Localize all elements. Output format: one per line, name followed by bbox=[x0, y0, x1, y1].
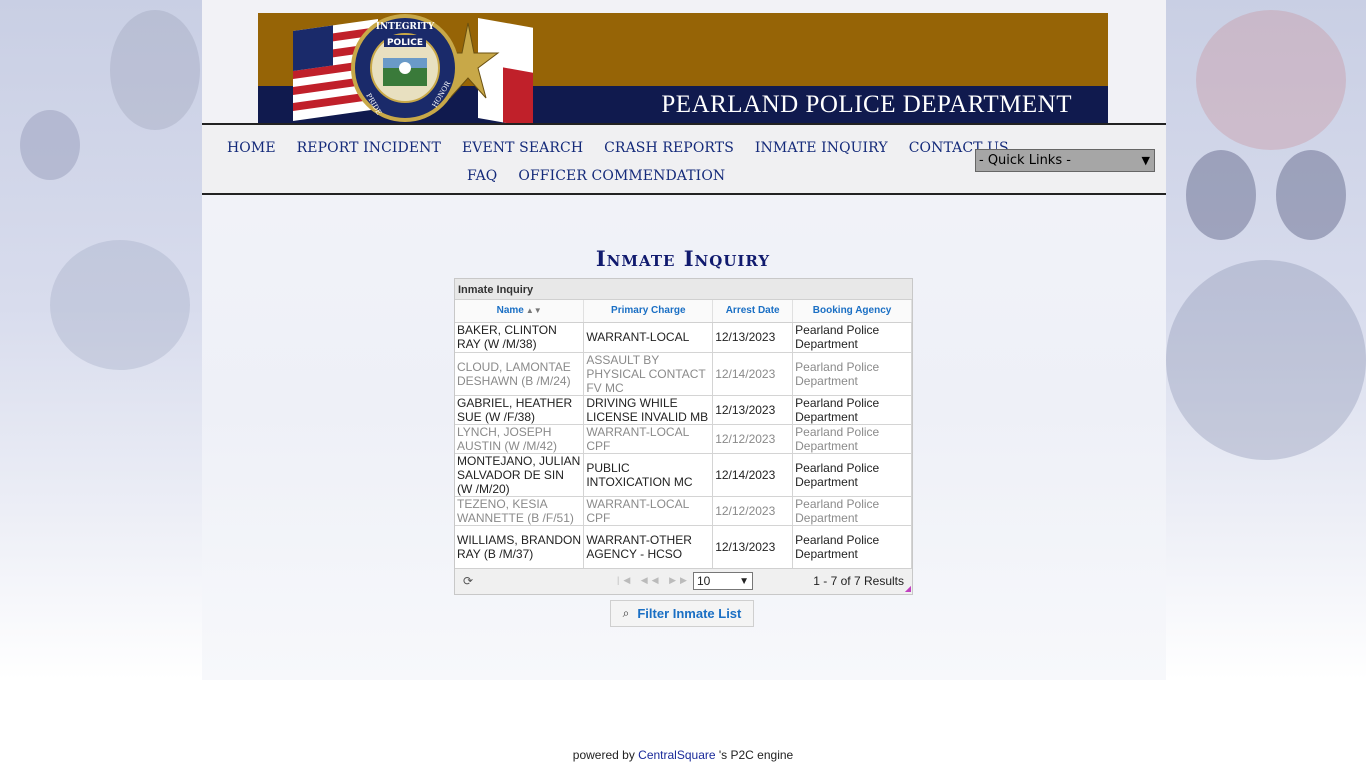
cell-agency: Pearland Police Department bbox=[792, 395, 912, 425]
cell-charge: WARRANT-LOCAL CPF bbox=[583, 496, 714, 526]
cell-name: TEZENO, KESIA WANNETTE (B /F/51) bbox=[455, 496, 585, 526]
resize-grip-icon[interactable]: ◢ bbox=[905, 584, 911, 593]
cell-name: WILLIAMS, BRANDON RAY (B /M/37) bbox=[455, 525, 585, 569]
page-size-value: 10 bbox=[697, 574, 711, 588]
footer-prefix: powered by bbox=[572, 748, 639, 762]
cell-name: GABRIEL, HEATHER SUE (W /F/38) bbox=[455, 395, 585, 425]
centralsquare-link[interactable]: CentralSquare bbox=[638, 748, 715, 762]
cell-agency: Pearland Police Department bbox=[792, 352, 912, 396]
quick-links-value: - Quick Links - bbox=[979, 153, 1071, 168]
cell-name: CLOUD, LAMONTAE DESHAWN (B /M/24) bbox=[455, 352, 585, 396]
cell-charge: PUBLIC INTOXICATION MC bbox=[583, 453, 714, 497]
cell-date: 12/13/2023 bbox=[712, 322, 794, 353]
table-row[interactable]: WILLIAMS, BRANDON RAY (B /M/37) WARRANT-… bbox=[455, 525, 912, 569]
footer: powered by CentralSquare 's P2C engine bbox=[0, 748, 1366, 762]
grid-caption: Inmate Inquiry bbox=[455, 279, 912, 300]
page-title: Inmate Inquiry bbox=[595, 246, 771, 271]
chevron-down-icon: ▼ bbox=[739, 575, 749, 587]
police-badge-logo: INTEGRITY POLICE PRIDE HONOR bbox=[293, 14, 533, 123]
sort-icon: ▲▼ bbox=[525, 306, 542, 316]
cell-agency: Pearland Police Department bbox=[792, 453, 912, 497]
cell-date: 12/13/2023 bbox=[712, 395, 794, 425]
table-row[interactable]: TEZENO, KESIA WANNETTE (B /F/51) WARRANT… bbox=[455, 496, 912, 526]
department-title: PEARLAND POLICE DEPARTMENT bbox=[661, 91, 1072, 118]
cell-date: 12/12/2023 bbox=[712, 424, 794, 454]
footer-suffix: 's P2C engine bbox=[715, 748, 794, 762]
cell-date: 12/13/2023 bbox=[712, 525, 794, 569]
filter-button-label: Filter Inmate List bbox=[637, 606, 742, 621]
cell-date: 12/14/2023 bbox=[712, 453, 794, 497]
nav-faq[interactable]: FAQ bbox=[467, 168, 497, 184]
column-header-arrest-date[interactable]: Arrest Date bbox=[712, 300, 794, 323]
svg-text:POLICE: POLICE bbox=[387, 38, 423, 48]
table-row[interactable]: MONTEJANO, JULIAN SALVADOR DE SIN (W /M/… bbox=[455, 453, 912, 497]
cell-agency: Pearland Police Department bbox=[792, 525, 912, 569]
table-row[interactable]: BAKER, CLINTON RAY (W /M/38) WARRANT-LOC… bbox=[455, 322, 912, 353]
nav-inmate-inquiry[interactable]: INMATE INQUIRY bbox=[755, 140, 888, 156]
cell-agency: Pearland Police Department bbox=[792, 424, 912, 454]
nav-report-incident[interactable]: REPORT INCIDENT bbox=[297, 140, 441, 156]
inmate-table: Name ▲▼ Primary Charge Arrest Date Bookin… bbox=[455, 300, 912, 569]
table-row[interactable]: GABRIEL, HEATHER SUE (W /F/38) DRIVING W… bbox=[455, 395, 912, 425]
left-background-photo bbox=[0, 0, 202, 680]
refresh-icon[interactable]: ⟳ bbox=[463, 574, 473, 588]
quick-links-select[interactable]: - Quick Links - ▼ bbox=[975, 149, 1155, 172]
right-background-photo bbox=[1166, 0, 1366, 680]
filter-inmate-list-button[interactable]: ⌕ Filter Inmate List bbox=[610, 600, 754, 627]
cell-date: 12/14/2023 bbox=[712, 352, 794, 396]
column-header-name[interactable]: Name ▲▼ bbox=[455, 300, 585, 323]
search-icon: ⌕ bbox=[622, 606, 630, 620]
cell-charge: DRIVING WHILE LICENSE INVALID MB bbox=[583, 395, 714, 425]
column-header-primary-charge[interactable]: Primary Charge bbox=[583, 300, 714, 323]
inmate-grid: Inmate Inquiry Name ▲▼ Primary Charge Arr… bbox=[454, 278, 913, 595]
nav-home[interactable]: HOME bbox=[227, 140, 276, 156]
header-banner: INTEGRITY POLICE PRIDE HONOR PEARLAND PO… bbox=[258, 13, 1108, 123]
table-row[interactable]: LYNCH, JOSEPH AUSTIN (W /M/42) WARRANT-L… bbox=[455, 424, 912, 454]
nav-officer-commendation[interactable]: OFFICER COMMENDATION bbox=[518, 168, 725, 184]
cell-name: LYNCH, JOSEPH AUSTIN (W /M/42) bbox=[455, 424, 585, 454]
cell-date: 12/12/2023 bbox=[712, 496, 794, 526]
cell-charge: ASSAULT BY PHYSICAL CONTACT FV MC bbox=[583, 352, 714, 396]
nav-crash-reports[interactable]: CRASH REPORTS bbox=[604, 140, 734, 156]
cell-agency: Pearland Police Department bbox=[792, 496, 912, 526]
page-size-select[interactable]: 10 ▼ bbox=[693, 572, 753, 590]
cell-charge: WARRANT-LOCAL bbox=[583, 322, 714, 353]
cell-name: MONTEJANO, JULIAN SALVADOR DE SIN (W /M/… bbox=[455, 453, 585, 497]
column-header-booking-agency[interactable]: Booking Agency bbox=[792, 300, 912, 323]
nav-event-search[interactable]: EVENT SEARCH bbox=[462, 140, 583, 156]
cell-charge: WARRANT-LOCAL CPF bbox=[583, 424, 714, 454]
grid-pager: ⟳ |◀ ◀◀ ▶▶ ▶| 10 ▼ 1 - 7 of 7 Results ◢ bbox=[455, 568, 912, 594]
cell-agency: Pearland Police Department bbox=[792, 322, 912, 353]
main-navigation: HOME REPORT INCIDENT EVENT SEARCH CRASH … bbox=[202, 123, 1166, 195]
chevron-down-icon: ▼ bbox=[1141, 154, 1150, 167]
results-count: 1 - 7 of 7 Results bbox=[813, 574, 904, 588]
cell-name: BAKER, CLINTON RAY (W /M/38) bbox=[455, 322, 585, 353]
svg-text:INTEGRITY: INTEGRITY bbox=[376, 22, 435, 32]
table-row[interactable]: CLOUD, LAMONTAE DESHAWN (B /M/24) ASSAUL… bbox=[455, 352, 912, 396]
cell-charge: WARRANT-OTHER AGENCY - HCSO bbox=[583, 525, 714, 569]
